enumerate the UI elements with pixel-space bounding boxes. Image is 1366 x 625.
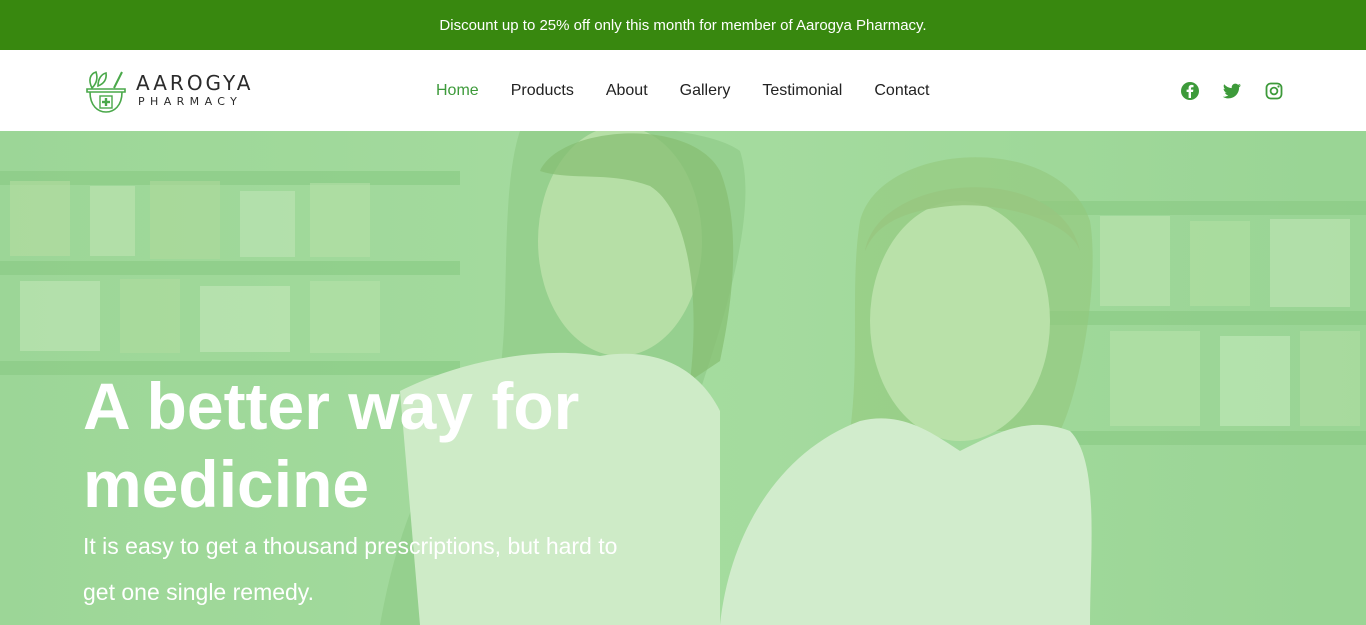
instagram-icon[interactable]: [1264, 81, 1284, 101]
twitter-icon[interactable]: [1222, 81, 1242, 101]
social-links: [1180, 81, 1284, 101]
hero-section: A better way for medicine It is easy to …: [0, 131, 1366, 625]
hero-title: A better way for medicine: [83, 369, 580, 521]
hero-subtitle: It is easy to get a thousand prescriptio…: [83, 533, 618, 605]
brand-tagline: PHARMACY: [138, 95, 243, 108]
nav-contact[interactable]: Contact: [874, 82, 929, 100]
site-header: AAROGYA PHARMACY Home Products About Gal…: [0, 50, 1366, 131]
main-nav: Home Products About Gallery Testimonial …: [436, 50, 930, 131]
nav-products[interactable]: Products: [511, 82, 574, 100]
facebook-icon[interactable]: [1180, 81, 1200, 101]
logo-mortar-icon: [86, 70, 126, 113]
nav-about[interactable]: About: [606, 82, 648, 100]
promo-banner: Discount up to 25% off only this month f…: [0, 0, 1366, 50]
nav-home[interactable]: Home: [436, 82, 479, 100]
brand-name: AAROGYA: [136, 71, 254, 95]
nav-testimonial[interactable]: Testimonial: [762, 82, 842, 100]
nav-gallery[interactable]: Gallery: [680, 82, 731, 100]
site-logo[interactable]: AAROGYA PHARMACY: [84, 68, 274, 116]
promo-text: Discount up to 25% off only this month f…: [439, 16, 927, 34]
